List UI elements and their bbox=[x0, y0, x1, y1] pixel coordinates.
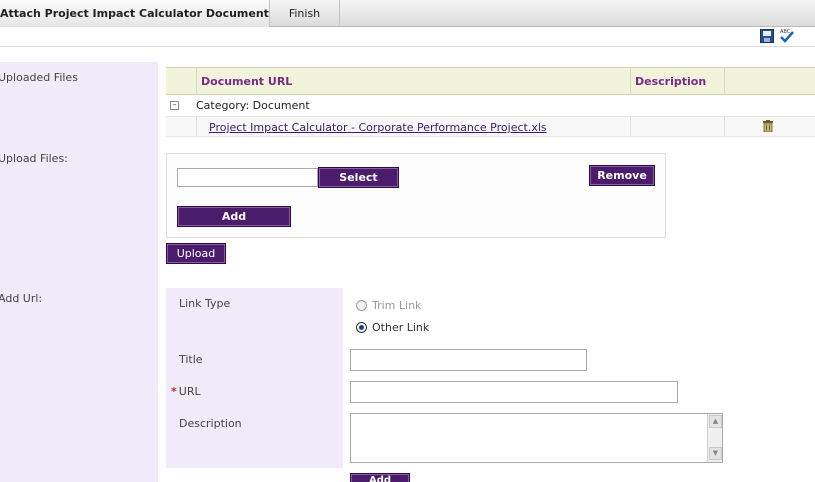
remove-button[interactable]: Remove bbox=[589, 165, 655, 186]
tab-bar: Attach Project Impact Calculator Documen… bbox=[0, 0, 815, 27]
radio-other-link[interactable] bbox=[356, 322, 367, 333]
scroll-down-icon[interactable]: ▼ bbox=[709, 447, 722, 460]
table-row: Project Impact Calculator - Corporate Pe… bbox=[166, 116, 815, 137]
delete-icon[interactable] bbox=[763, 120, 773, 133]
category-row: – Category: Document bbox=[166, 96, 815, 116]
textarea-scrollbar[interactable]: ▲ ▼ bbox=[707, 414, 722, 462]
document-link[interactable]: Project Impact Calculator - Corporate Pe… bbox=[209, 121, 547, 134]
spellcheck-icon[interactable]: ABC bbox=[778, 27, 796, 44]
link-type-label: Link Type bbox=[179, 297, 231, 310]
url-label: * URL bbox=[171, 385, 201, 398]
upload-button[interactable]: Upload bbox=[166, 243, 226, 264]
scroll-up-icon[interactable]: ▲ bbox=[709, 415, 722, 428]
tab-attach-document[interactable]: Attach Project Impact Calculator Documen… bbox=[0, 0, 270, 27]
column-header-description: Description bbox=[630, 68, 724, 95]
description-textarea[interactable]: ▲ ▼ bbox=[350, 413, 723, 463]
toolbar bbox=[0, 28, 815, 47]
add-file-button[interactable]: Add bbox=[177, 206, 291, 227]
select-button[interactable]: Select bbox=[318, 167, 399, 188]
tab-finish[interactable]: Finish bbox=[270, 0, 340, 27]
spellcheck-text: ABC bbox=[780, 29, 791, 35]
url-input[interactable] bbox=[350, 381, 678, 403]
other-link-label: Other Link bbox=[372, 321, 430, 334]
add-url-label: Add Url: bbox=[0, 292, 43, 305]
radio-trim-link[interactable] bbox=[356, 300, 367, 311]
collapse-icon[interactable]: – bbox=[170, 101, 179, 110]
add-url-button[interactable]: Add bbox=[350, 473, 410, 482]
save-icon[interactable] bbox=[760, 29, 774, 43]
description-label: Description bbox=[179, 417, 242, 430]
title-label: Title bbox=[179, 353, 203, 366]
title-input[interactable] bbox=[350, 349, 587, 371]
file-path-input[interactable] bbox=[177, 168, 318, 187]
trim-link-label: Trim Link bbox=[372, 299, 422, 312]
left-panel: Uploaded Files Upload Files: Add Url: bbox=[0, 62, 158, 482]
upload-files-label: Upload Files: bbox=[0, 152, 68, 165]
column-header-document-url: Document URL bbox=[196, 68, 630, 95]
url-label-text: URL bbox=[178, 385, 201, 398]
uploaded-files-label: Uploaded Files bbox=[0, 71, 78, 84]
category-label: Category: Document bbox=[196, 99, 310, 112]
required-indicator: * bbox=[171, 385, 177, 398]
table-header: Document URL Description bbox=[166, 67, 815, 95]
column-header-actions bbox=[724, 68, 815, 95]
url-form-labels-panel bbox=[166, 288, 343, 468]
